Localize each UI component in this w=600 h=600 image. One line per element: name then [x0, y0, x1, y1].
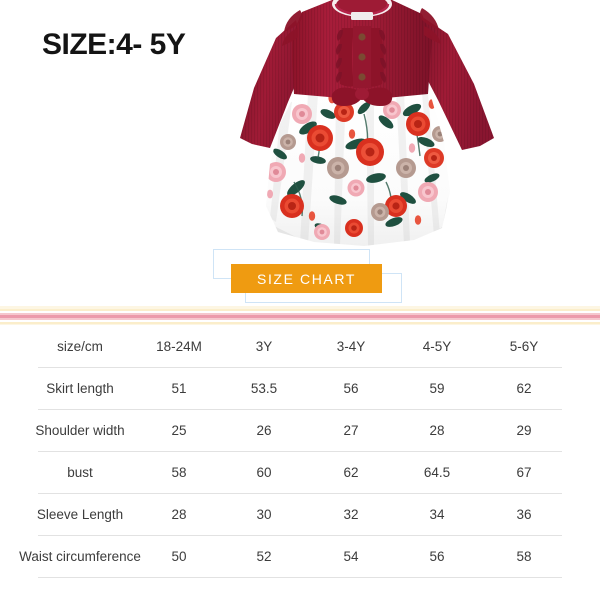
table-cell: 59 [429, 381, 445, 396]
dress-skirt [266, 92, 450, 246]
stripe-8 [0, 324, 600, 325]
table-cell: 60 [256, 465, 272, 480]
table-cell: 50 [171, 549, 187, 564]
table-cell: 53.5 [250, 381, 278, 396]
table-header-cell: 4-5Y [422, 339, 452, 354]
table-row: Shoulder width 25 26 27 28 29 [0, 410, 600, 452]
table-cell: 27 [343, 423, 359, 438]
table-cell: 36 [516, 507, 532, 522]
table-cell: 54 [343, 549, 359, 564]
brand-tag [351, 12, 373, 20]
table-row-label: Shoulder width [35, 423, 125, 438]
table-header-cell: 3Y [255, 339, 273, 354]
table-row-label: Skirt length [46, 381, 114, 396]
table-cell: 34 [429, 507, 445, 522]
table-row-label: Sleeve Length [36, 507, 124, 522]
table-header-cell: 5-6Y [509, 339, 539, 354]
page-title: SIZE:4- 5Y [42, 28, 186, 61]
table-cell: 30 [256, 507, 272, 522]
table-cell: 52 [256, 549, 272, 564]
table-cell: 29 [516, 423, 532, 438]
table-header-cell: size/cm [57, 339, 103, 354]
table-row-label: Waist circumference [19, 549, 141, 564]
table-cell: 26 [256, 423, 272, 438]
table-row: Sleeve Length 28 30 32 34 36 [0, 494, 600, 536]
product-image [236, 0, 600, 262]
table-cell: 67 [516, 465, 532, 480]
table-cell: 64.5 [423, 465, 451, 480]
table-cell: 56 [343, 381, 359, 396]
table-cell: 28 [171, 507, 187, 522]
table-row-label: bust [67, 465, 93, 480]
table-cell: 25 [171, 423, 187, 438]
table-cell: 56 [429, 549, 445, 564]
table-row: Waist circumference 50 52 54 56 58 [0, 536, 600, 578]
size-chart-chip-label: SIZE CHART [257, 270, 356, 287]
table-cell: 58 [171, 465, 187, 480]
size-chart-table: size/cm 18-24M 3Y 3-4Y 4-5Y 5-6Y Skirt length 5… [0, 326, 600, 578]
table-cell: 62 [516, 381, 532, 396]
table-header-cell: 18-24M [156, 339, 202, 354]
table-row: bust 58 60 62 64.5 67 [0, 452, 600, 494]
decorative-stripe-band [0, 306, 600, 325]
table-cell: 51 [171, 381, 187, 396]
table-header-row: size/cm 18-24M 3Y 3-4Y 4-5Y 5-6Y [0, 326, 600, 368]
table-header-cell: 3-4Y [336, 339, 366, 354]
row-divider [38, 577, 562, 578]
table-row: Skirt length 51 53.5 56 59 62 [0, 368, 600, 410]
size-chart-chip: SIZE CHART [231, 264, 382, 293]
table-cell: 32 [343, 507, 359, 522]
table-cell: 58 [516, 549, 532, 564]
size-chart-page: SIZE:4- 5Y SIZE CHART size/cm 18-24M 3Y … [0, 0, 600, 600]
table-cell: 62 [343, 465, 359, 480]
dress-bodice [282, 0, 441, 106]
table-cell: 28 [429, 423, 445, 438]
